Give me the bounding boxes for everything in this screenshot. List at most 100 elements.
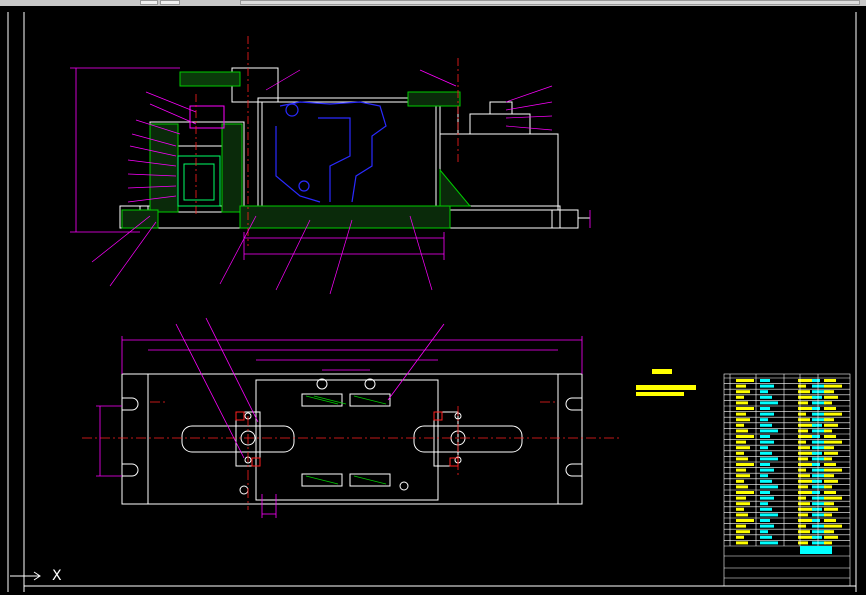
table-cell — [824, 463, 836, 466]
table-cell — [736, 401, 748, 405]
table-cell — [798, 468, 806, 472]
table-cell — [798, 524, 806, 528]
table-cell — [760, 530, 768, 534]
table-cell — [812, 535, 822, 539]
table-cell — [812, 463, 820, 466]
table-cell — [736, 390, 750, 394]
table-cell — [812, 519, 820, 522]
table-cell — [760, 407, 770, 410]
table-cell — [798, 513, 808, 517]
plan-centerlines — [82, 401, 622, 510]
table-cell — [736, 530, 750, 534]
plan-red-marks — [235, 411, 459, 467]
table-cell — [760, 401, 778, 405]
toolbar-tab-2[interactable] — [160, 0, 180, 5]
front-view — [119, 67, 590, 229]
toolbar-tab-1[interactable] — [140, 0, 158, 5]
table-cell — [812, 395, 822, 399]
table-cell — [824, 418, 834, 422]
table-cell — [812, 457, 826, 461]
table-cell — [812, 407, 820, 410]
table-cell — [736, 440, 746, 444]
table-cell — [760, 446, 768, 450]
table-cell — [736, 507, 744, 511]
table-cell — [812, 541, 826, 545]
table-cell — [760, 468, 774, 472]
table-cell — [736, 502, 750, 506]
table-cell — [736, 435, 754, 438]
table-cell — [824, 535, 838, 539]
table-cell — [760, 513, 778, 517]
table-cell — [824, 451, 838, 455]
table-cell — [812, 507, 822, 511]
table-cell — [760, 429, 778, 433]
title-block-cell — [800, 546, 832, 554]
table-cell — [736, 446, 750, 450]
cad-drawing-canvas[interactable] — [0, 6, 866, 595]
table-cell — [760, 384, 774, 388]
table-cell — [736, 407, 754, 410]
table-cell — [736, 463, 754, 466]
table-cell — [760, 412, 774, 416]
table-cell — [824, 390, 834, 394]
table-cell — [824, 502, 834, 506]
table-cell — [798, 496, 806, 500]
table-cell — [760, 479, 772, 483]
table-cell — [736, 479, 744, 483]
table-cell — [736, 418, 750, 422]
table-cell — [812, 379, 820, 382]
table-cell — [736, 485, 748, 489]
table-cell — [824, 513, 832, 517]
ucs-axis-icon — [10, 571, 41, 581]
table-cell — [824, 524, 842, 528]
technical-requirements — [636, 369, 696, 396]
table-cell — [736, 513, 748, 517]
table-cell — [736, 474, 750, 478]
table-cell — [798, 440, 806, 444]
table-cell — [760, 496, 774, 500]
table-cell — [736, 457, 748, 461]
axis-label: X — [52, 568, 62, 584]
table-cell — [812, 435, 820, 438]
table-cell — [824, 429, 832, 433]
table-cell — [798, 457, 808, 461]
table-cell — [824, 491, 836, 494]
table-cell — [736, 468, 746, 472]
table-cell — [824, 423, 838, 427]
table-cell — [736, 519, 754, 522]
table-cell — [824, 395, 838, 399]
table-cell — [760, 491, 770, 494]
table-cell — [760, 379, 770, 382]
table-cell — [824, 541, 832, 545]
table-cell — [824, 485, 832, 489]
table-cell — [736, 395, 744, 399]
table-cell — [760, 485, 778, 489]
table-cell — [824, 440, 842, 444]
table-cell — [736, 451, 744, 455]
table-cell — [798, 485, 808, 489]
table-cell — [824, 407, 836, 410]
table-cell — [798, 541, 808, 545]
table-cell — [736, 429, 748, 433]
table-cell — [736, 535, 744, 539]
table-cell — [824, 496, 842, 500]
table-cell — [798, 384, 806, 388]
table-cell — [736, 412, 746, 416]
plan-hatch — [305, 395, 387, 485]
table-cell — [824, 507, 838, 511]
table-cell — [760, 524, 774, 528]
table-cell — [812, 451, 822, 455]
table-cell — [824, 519, 836, 522]
table-cell — [760, 435, 770, 438]
table-cell — [824, 446, 834, 450]
toolbar-tab-3[interactable] — [240, 0, 860, 5]
table-cell — [812, 401, 826, 405]
table-cell — [812, 479, 822, 483]
table-cell — [736, 541, 748, 545]
table-cell — [812, 513, 826, 517]
table-cell — [760, 541, 778, 545]
hidden-contours — [275, 101, 387, 203]
table-cell — [760, 502, 768, 506]
table-cell — [812, 429, 826, 433]
table-cell — [824, 412, 842, 416]
